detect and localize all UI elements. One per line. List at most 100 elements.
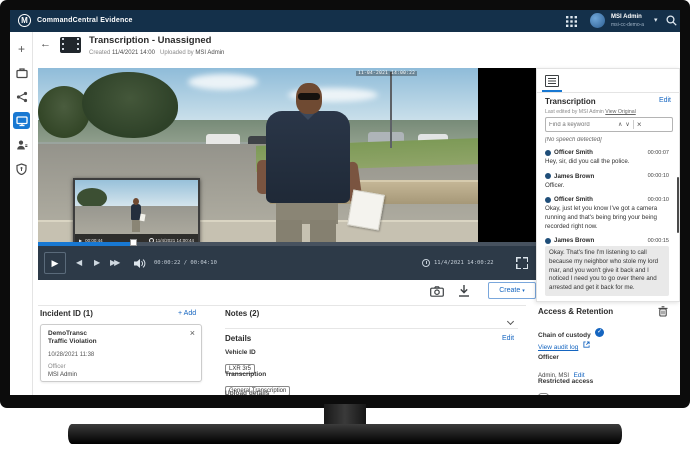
monitor-stand-base xyxy=(68,424,622,444)
speaker-avatar-icon xyxy=(545,197,551,203)
snapshot-camera-icon[interactable] xyxy=(430,286,444,297)
pip-subject xyxy=(133,198,139,205)
add-incident-link[interactable]: + Add xyxy=(178,310,196,317)
volume-icon[interactable] xyxy=(134,258,146,269)
page-subtitle: Created 11/4/2021 14:00 Uploaded by MSI … xyxy=(89,50,224,56)
fast-forward-button[interactable]: ▶▶ xyxy=(110,258,118,267)
video-light-pole xyxy=(390,72,392,148)
incident-name: DemoTransc xyxy=(48,330,87,337)
close-icon[interactable]: × xyxy=(190,328,195,338)
search-next-chevron-icon[interactable]: ∨ xyxy=(625,121,629,128)
app-brand: CommandCentral Evidence xyxy=(37,17,133,24)
page-title: Transcription - Unassigned xyxy=(89,35,211,46)
user-org: msi-cc-demo-a xyxy=(611,22,644,28)
incident-card[interactable]: DemoTransc Traffic Violation × 10/28/202… xyxy=(40,324,202,382)
trash-icon[interactable] xyxy=(658,306,668,317)
notes-heading: Notes (2) xyxy=(225,309,259,318)
entry-timestamp[interactable]: 00:00:10 xyxy=(648,197,669,203)
seek-handle[interactable] xyxy=(130,239,137,246)
created-label: Created xyxy=(89,50,110,56)
transcript-scrollbar[interactable] xyxy=(677,177,679,233)
subject-paper xyxy=(347,189,385,230)
create-button[interactable]: Create ▾ xyxy=(488,282,536,299)
pip-video-thumbnail[interactable]: ▶ 00:00:44 11/4/2021 14:00:44 xyxy=(73,178,200,245)
search-clear-icon[interactable]: × xyxy=(637,120,642,129)
incident-type: Traffic Violation xyxy=(48,338,97,345)
step-back-button[interactable]: ◀ xyxy=(76,258,82,267)
uploaded-label: Uploaded by xyxy=(160,50,194,56)
devices-icon[interactable] xyxy=(13,112,30,129)
motorola-logo-icon: M xyxy=(18,14,31,27)
subject-sunglasses xyxy=(298,93,320,100)
transcription-panel: Transcription Edit Last edited by MSI Ad… xyxy=(536,68,680,302)
incident-officer-label: Officer xyxy=(48,364,66,370)
play-button[interactable]: ▶ xyxy=(44,252,66,274)
incident-officer-value: MSI Admin xyxy=(48,372,77,378)
people-icon[interactable] xyxy=(13,136,30,153)
view-audit-log-link[interactable]: View audit log xyxy=(538,344,578,351)
pip-tree xyxy=(77,188,107,208)
step-forward-button[interactable]: ▶ xyxy=(94,258,100,267)
security-icon[interactable] xyxy=(13,160,30,177)
restricted-access-toggle[interactable] xyxy=(538,393,549,395)
external-link-icon xyxy=(583,341,590,348)
no-speech-row: [No speech detected] xyxy=(545,137,675,143)
search-icon[interactable] xyxy=(666,15,677,26)
subject-shirt xyxy=(266,111,350,203)
add-icon[interactable]: + xyxy=(13,40,30,57)
entry-text: Hey, sir, did you call the police. xyxy=(545,158,669,167)
transcript-entry[interactable]: Officer Smith 00:00:07 Hey, sir, did you… xyxy=(545,149,669,167)
entry-timestamp[interactable]: 00:00:07 xyxy=(648,150,669,156)
check-circle-icon: ✓ xyxy=(595,328,604,337)
speaker-name: Officer Smith xyxy=(554,149,593,156)
evidence-box-icon[interactable] xyxy=(13,64,30,81)
search-divider xyxy=(633,120,634,129)
entry-timestamp[interactable]: 00:00:15 xyxy=(648,238,669,244)
restricted-access-heading: Restricted access xyxy=(538,378,593,385)
top-navigation-bar: M CommandCentral Evidence MSI Admin msi-… xyxy=(10,10,680,32)
notes-collapse-chevron-icon[interactable] xyxy=(508,311,513,329)
entry-timestamp[interactable]: 00:00:10 xyxy=(648,173,669,179)
incident-datetime: 10/28/2021 11:38 xyxy=(48,352,94,358)
transcript-entry[interactable]: James Brown 00:00:10 Officer. xyxy=(545,173,669,191)
search-prev-chevron-icon[interactable]: ∧ xyxy=(618,121,622,128)
back-button[interactable]: ← xyxy=(40,38,51,50)
player-control-bar: ▶ ◀ ▶ ▶▶ 00:00:22 / 00:04:10 11/4/2021 1… xyxy=(38,246,536,280)
speaker-avatar-icon xyxy=(545,150,551,156)
access-retention-heading: Access & Retention xyxy=(538,307,613,316)
create-label: Create xyxy=(499,287,520,294)
elapsed-duration-display: 00:00:22 / 00:04:10 xyxy=(154,260,217,266)
entry-text: Officer. xyxy=(545,182,669,191)
view-original-link[interactable]: View Original xyxy=(605,109,635,115)
user-name: MSI Admin xyxy=(611,14,642,20)
user-avatar[interactable] xyxy=(590,13,605,28)
transcript-entry[interactable]: Officer Smith 00:00:10 Okay, just let yo… xyxy=(545,196,669,231)
access-officer-label: Officer xyxy=(538,354,559,361)
plus-glyph: + xyxy=(18,42,25,56)
clock-icon xyxy=(422,259,430,267)
user-menu-caret-icon[interactable]: ▾ xyxy=(654,16,658,24)
app-launcher-icon[interactable] xyxy=(566,16,577,27)
transcript-entry[interactable]: James Brown 00:00:15 Okay. That's fine I… xyxy=(545,237,669,295)
pip-subject xyxy=(132,220,140,232)
details-heading: Details xyxy=(225,334,251,343)
tab-separator xyxy=(537,92,679,93)
keyword-search-box: ∧ ∨ × xyxy=(545,117,673,132)
download-icon[interactable] xyxy=(458,284,470,298)
fullscreen-button[interactable] xyxy=(516,257,528,269)
left-sidebar: + xyxy=(10,32,33,395)
vehicle-id-label: Vehicle ID xyxy=(225,349,256,356)
transcript-list[interactable]: [No speech detected] Officer Smith 00:00… xyxy=(545,137,675,299)
transcript-entry-header: James Brown 00:00:10 xyxy=(545,173,669,180)
transcription-tab-icon[interactable] xyxy=(545,75,559,87)
video-tree xyxy=(38,86,90,138)
speaker-avatar-icon xyxy=(545,173,551,179)
transcription-edit-link[interactable]: Edit xyxy=(659,97,671,104)
speaker-name: James Brown xyxy=(554,237,594,244)
video-player: 11-04-2021 14:00:22 ▶ 00:00:44 xyxy=(38,68,536,280)
share-icon[interactable] xyxy=(13,88,30,105)
transcript-entry-header: Officer Smith 00:00:07 xyxy=(545,149,669,156)
video-canvas[interactable]: 11-04-2021 14:00:22 ▶ 00:00:44 xyxy=(38,68,478,248)
details-edit-link[interactable]: Edit xyxy=(502,335,514,342)
keyword-search-input[interactable] xyxy=(549,122,615,128)
